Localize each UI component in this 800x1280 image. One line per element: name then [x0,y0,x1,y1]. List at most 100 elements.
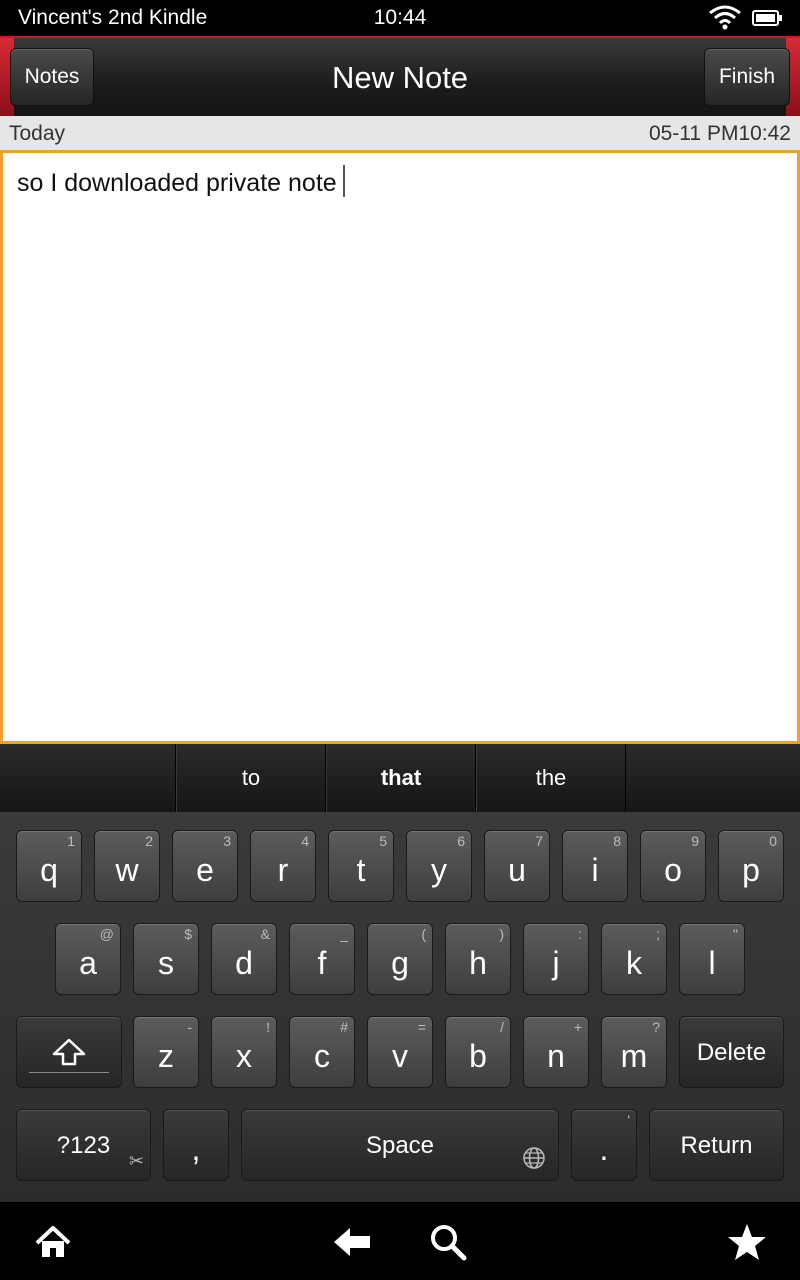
key-alt: @ [99,926,114,942]
key-n[interactable]: + n [523,1016,589,1088]
delete-key[interactable]: Delete [679,1016,784,1088]
key-char: n [547,1038,565,1074]
key-char: s [158,945,174,981]
key-d[interactable]: & d [211,923,277,995]
key-char: u [508,852,526,888]
key-alt: 3 [223,833,231,849]
key-alt: / [500,1019,504,1035]
note-day: Today [9,122,66,145]
key-p[interactable]: 0p [718,830,784,902]
finish-button[interactable]: Finish [704,48,790,106]
key-alt: 6 [457,833,465,849]
key-char: f [317,945,327,981]
suggestion-item-primary[interactable]: that [325,744,476,812]
note-text-editor[interactable]: so I downloaded private note [0,150,800,744]
key-alt: _ [340,926,348,942]
key-char: i [591,852,599,888]
key-w[interactable]: 2w [94,830,160,902]
key-z[interactable]: -z [133,1016,199,1088]
key-char: y [431,852,447,888]
key-char: b [469,1038,487,1074]
key-e[interactable]: 3e [172,830,238,902]
suggestion-item[interactable]: the [475,744,626,812]
key-alt: = [417,1019,426,1035]
key-q[interactable]: 1q [16,830,82,902]
key-alt: 2 [145,833,153,849]
key-char: e [196,852,214,888]
key-alt: - [187,1019,192,1035]
symbols-key[interactable]: ?123 ✂ [16,1109,151,1181]
battery-icon [752,10,782,26]
note-content: so I downloaded private note [17,169,337,197]
note-timestamp: 05-11 PM10:42 [648,122,791,145]
key-x[interactable]: ! x [211,1016,277,1088]
key-char: r [277,852,289,888]
key-alt: 1 [67,833,75,849]
delete-key-label: Delete [696,1039,767,1066]
key-v[interactable]: = v [367,1016,433,1088]
key-k[interactable]: ; k [601,923,667,995]
shift-key[interactable] [16,1016,122,1088]
suggestion-item[interactable]: to [175,744,326,812]
key-char: z [158,1038,174,1074]
key-alt: $ [184,926,192,942]
key-c[interactable]: # c [289,1016,355,1088]
suggestion-divider [625,744,626,812]
comma-key[interactable]: , [163,1109,229,1181]
key-alt: 0 [769,833,777,849]
word-suggestions-bar: to that the [0,744,800,812]
key-char: . [599,1131,609,1167]
key-alt: 5 [379,833,387,849]
key-f[interactable]: _ f [289,923,355,995]
key-alt: 7 [535,833,543,849]
text-cursor [342,165,345,197]
key-y[interactable]: 6y [406,830,472,902]
key-j[interactable]: :j [523,923,589,995]
key-char: j [552,945,560,981]
key-alt: " [733,926,738,942]
key-char: v [392,1038,408,1074]
key-char: a [79,945,97,981]
key-char: d [235,945,253,981]
key-alt: ! [266,1019,270,1035]
key-r[interactable]: 4r [250,830,316,902]
key-alt: ; [656,926,660,942]
search-icon[interactable] [428,1222,468,1262]
key-t[interactable]: 5t [328,830,394,902]
system-nav-bar [0,1202,800,1280]
key-s[interactable]: $ s [133,923,199,995]
key-char: m [620,1038,648,1074]
key-char: g [391,945,409,981]
space-key[interactable]: Space [241,1109,559,1181]
status-time: 10:44 [373,6,427,29]
note-body[interactable]: so I downloaded private note [17,165,345,198]
key-h[interactable]: ) h [445,923,511,995]
key-a[interactable]: @ a [55,923,121,995]
key-alt: ? [652,1019,660,1035]
key-m[interactable]: ? m [601,1016,667,1088]
wifi-icon [709,5,741,30]
key-alt: ) [499,926,504,942]
key-u[interactable]: 7u [484,830,550,902]
key-g[interactable]: (g [367,923,433,995]
title-bar: New Note Notes Finish [0,36,800,118]
return-key[interactable]: Return [649,1109,784,1181]
notes-back-button[interactable]: Notes [10,48,94,106]
key-char: l [708,945,716,981]
favorites-star-icon[interactable] [727,1222,767,1262]
key-alt: ' [627,1112,630,1128]
home-icon[interactable] [33,1222,73,1262]
key-o[interactable]: 9o [640,830,706,902]
key-i[interactable]: 8i [562,830,628,902]
shift-indicator [29,1072,109,1073]
key-b[interactable]: / b [445,1016,511,1088]
key-alt: + [573,1019,582,1035]
key-alt: 8 [613,833,621,849]
key-char: t [356,852,366,888]
key-char: w [115,852,139,888]
key-l[interactable]: " l [679,923,745,995]
key-alt: : [578,926,582,942]
period-key[interactable]: '. [571,1109,637,1181]
back-arrow-icon[interactable] [332,1222,372,1262]
shift-arrow-icon [52,1038,86,1066]
